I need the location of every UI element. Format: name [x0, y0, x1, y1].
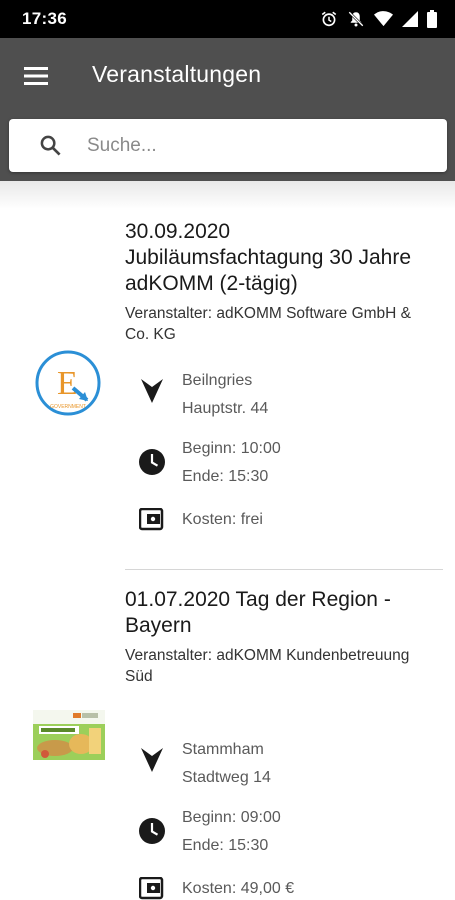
event-title: 30.09.2020 Jubiläumsfachtagung 30 Jahre … — [125, 220, 412, 295]
status-icons — [320, 10, 437, 28]
search-input[interactable] — [79, 119, 429, 172]
event-divider — [125, 569, 443, 570]
event-item[interactable]: 01.07.2020 Tag der Region - Bayern Veran… — [0, 587, 455, 900]
event-logo: E GOVERNMENT — [35, 350, 101, 421]
logo-text: GOVERNMENT — [50, 404, 86, 410]
clock-icon — [138, 448, 166, 476]
navigation-icon — [138, 379, 166, 403]
clock-icon — [138, 817, 166, 845]
event-item[interactable]: 30.09.2020 Jubiläumsfachtagung 30 Jahre … — [0, 219, 455, 569]
battery-icon — [427, 10, 437, 28]
page-title: Veranstaltungen — [92, 61, 262, 87]
time-begin: Beginn: 09:00 — [182, 809, 281, 826]
app-bar: Veranstaltungen — [0, 38, 455, 181]
time-row: Beginn: 09:00 Ende: 15:30 — [138, 804, 281, 854]
time-begin: Beginn: 10:00 — [182, 440, 281, 457]
event-header: 01.07.2020 Tag der Region - Bayern Veran… — [125, 587, 425, 687]
alarm-icon — [320, 10, 338, 28]
location-row: Stammham Stadtweg 14 — [138, 736, 271, 786]
status-time: 17:36 — [22, 9, 67, 28]
signal-icon — [402, 11, 418, 27]
time-row: Beginn: 10:00 Ende: 15:30 — [138, 435, 281, 485]
time-end: Ende: 15:30 — [182, 837, 269, 854]
menu-icon — [24, 67, 48, 85]
search-icon — [39, 134, 62, 162]
time-end: Ende: 15:30 — [182, 468, 269, 485]
search-bar[interactable] — [9, 119, 447, 172]
notifications-off-icon — [347, 10, 365, 28]
location-city: Stammham — [182, 741, 264, 758]
money-icon — [138, 508, 166, 532]
location-row: Beilngries Hauptstr. 44 — [138, 367, 268, 417]
logo-letter: E — [57, 365, 78, 402]
list-top-shadow — [0, 181, 455, 209]
event-organizer: Veranstalter: adKOMM Software GmbH & Co.… — [125, 305, 411, 343]
event-header: 30.09.2020 Jubiläumsfachtagung 30 Jahre … — [125, 219, 425, 345]
menu-button[interactable] — [14, 54, 58, 98]
wifi-icon — [374, 11, 393, 27]
location-street: Stadtweg 14 — [182, 769, 271, 786]
event-cost: Kosten: frei — [182, 511, 263, 528]
event-title: 01.07.2020 Tag der Region - Bayern — [125, 588, 391, 637]
cost-row: Kosten: frei — [138, 508, 263, 532]
event-cost: Kosten: 49,00 € — [182, 880, 295, 897]
location-street: Hauptstr. 44 — [182, 400, 269, 417]
event-organizer: Veranstalter: adKOMM Kundenbetreuung Süd — [125, 647, 410, 685]
events-list[interactable]: 30.09.2020 Jubiläumsfachtagung 30 Jahre … — [0, 181, 455, 900]
status-bar: 17:36 — [0, 0, 455, 38]
location-city: Beilngries — [182, 372, 253, 389]
navigation-icon — [138, 748, 166, 772]
event-logo — [33, 710, 105, 765]
money-icon — [138, 877, 166, 900]
cost-row: Kosten: 49,00 € — [138, 877, 294, 900]
